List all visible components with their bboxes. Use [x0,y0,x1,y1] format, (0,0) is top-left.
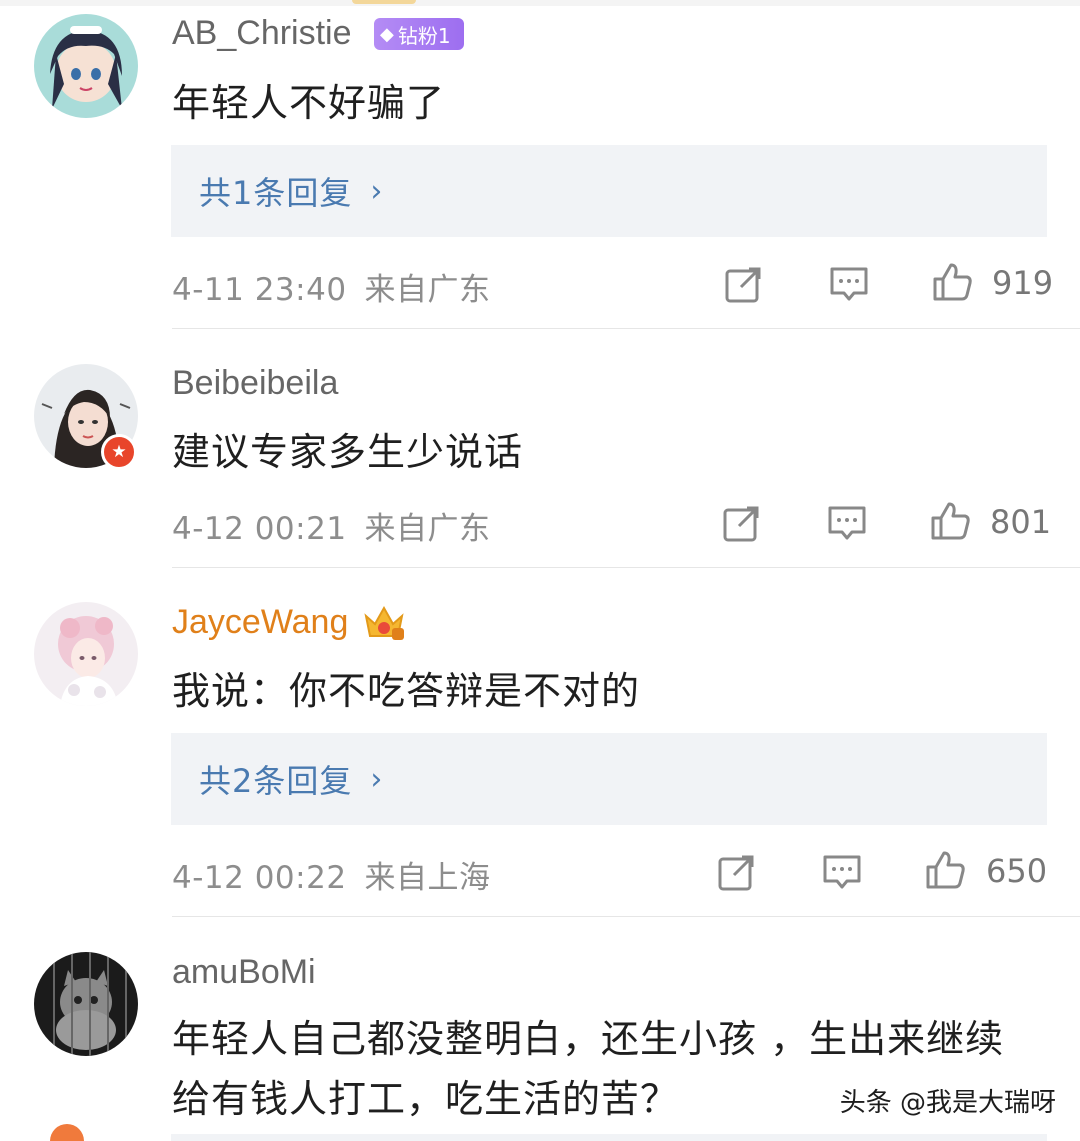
chevron-right-icon: › [370,173,383,209]
username[interactable]: AB_Christie [172,14,352,53]
divider [172,916,1080,917]
thumbs-up-icon[interactable] [931,261,973,303]
comment-text: 年轻人不好骗了 [172,81,446,125]
verified-badge: ★ [101,434,137,470]
location: 来自广东 [364,511,491,547]
thumbs-up-icon[interactable] [929,500,971,542]
comment-icon[interactable] [826,502,868,544]
timestamp: 4-12 00:22 [172,860,347,896]
timestamp: 4-11 23:40 [172,272,347,308]
comment-meta: 4-11 23:40 来自广东 [172,264,491,309]
divider [172,567,1080,568]
fan-badge-label: 钻粉1 [397,23,451,48]
share-icon[interactable] [721,502,763,544]
timestamp: 4-12 00:21 [172,511,347,547]
comment-icon[interactable] [828,263,870,305]
avatar-partial [50,1124,84,1141]
username[interactable]: JayceWang [172,603,348,642]
avatar[interactable] [34,14,138,118]
username[interactable]: Beibeibeila [172,364,338,403]
chevron-right-icon: › [370,761,383,797]
avatar[interactable] [34,952,138,1056]
comment-meta: 4-12 00:22 来自上海 [172,852,491,897]
avatar[interactable] [34,602,138,706]
location: 来自上海 [364,860,491,896]
crown-icon [364,605,404,640]
view-replies-button[interactable]: 共1条回复 › [171,145,1047,237]
share-icon[interactable] [723,263,765,305]
comment-text-line-1: 年轻人自己都没整明白，还生小孩 ，生出来继续 [172,1017,1005,1061]
top-edge [0,0,1080,6]
username[interactable]: amuBoMi [172,953,316,992]
top-indicator [352,0,416,4]
reply-box-partial [171,1134,1047,1141]
divider [172,328,1080,329]
location: 来自广东 [364,272,491,308]
comment-text: 我说：你不吃答辩是不对的 [172,669,641,713]
thumbs-up-icon[interactable] [924,849,966,891]
watermark: 头条 @我是大瑞呀 [839,1088,1056,1118]
diamond-icon: ◆ [380,23,394,45]
comment-text-line-2: 给有钱人打工，吃生活的苦？ [172,1077,680,1121]
comment-text: 建议专家多生少说话 [172,430,524,474]
comment-feed: AB_Christie ◆ 钻粉1 年轻人不好骗了 共1条回复 › 4-11 2… [0,0,1080,1141]
star-icon: ★ [111,441,127,462]
fan-level-badge: ◆ 钻粉1 [374,18,464,50]
like-count: 650 [986,852,1048,890]
comment-icon[interactable] [821,851,863,893]
view-replies-button[interactable]: 共2条回复 › [171,733,1047,825]
comment-meta: 4-12 00:21 来自广东 [172,503,491,548]
share-icon[interactable] [716,851,758,893]
like-count: 919 [992,264,1054,302]
reply-count-label: 共1条回复 [199,174,353,212]
reply-count-label: 共2条回复 [199,762,353,800]
like-count: 801 [990,503,1052,541]
